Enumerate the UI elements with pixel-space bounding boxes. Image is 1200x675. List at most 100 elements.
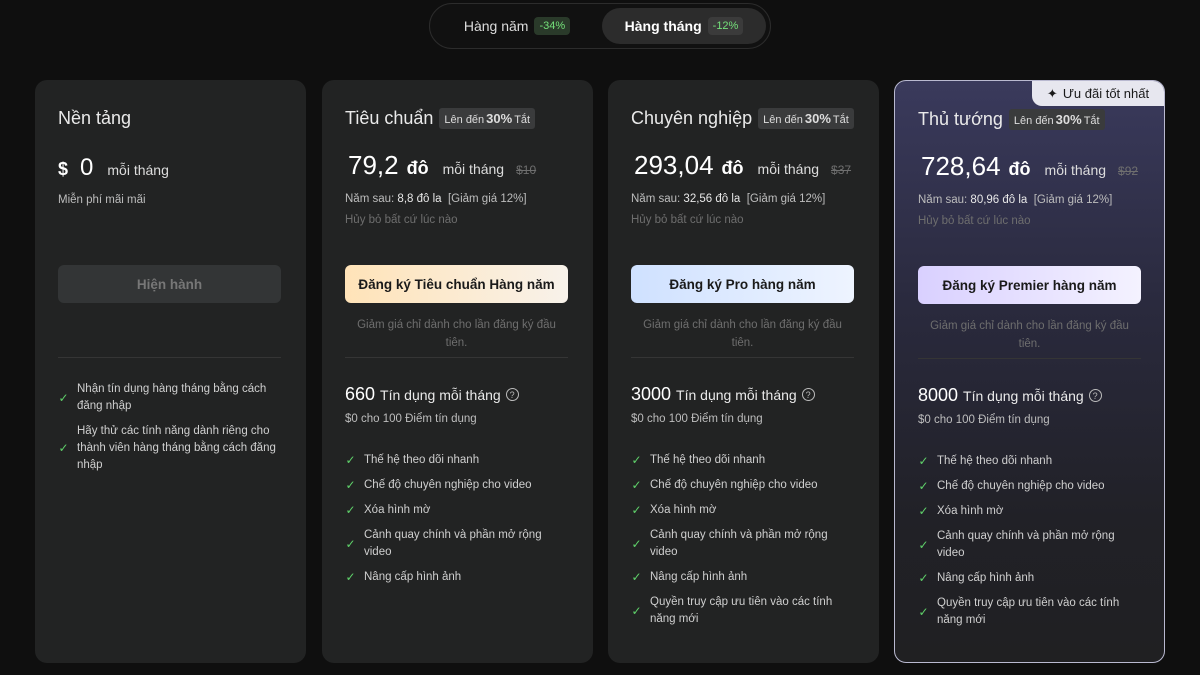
- check-icon: ✓: [345, 570, 356, 584]
- next-year-prefix: Năm sau:: [631, 193, 681, 205]
- discount-prefix: Lên đến: [763, 114, 803, 126]
- subscribe-standard-button[interactable]: Đăng ký Tiêu chuẩn Hàng năm: [345, 265, 568, 303]
- check-icon: ✓: [631, 603, 642, 618]
- check-icon: ✓: [631, 503, 642, 517]
- discount-suffix: Tắt: [1083, 115, 1100, 127]
- check-icon: ✓: [918, 537, 929, 552]
- feature-text: Nâng cấp hình ảnh: [650, 571, 748, 583]
- feature-list: ✓ Thế hệ theo dõi nhanh ✓ Chế độ chuyên ng…: [918, 453, 1143, 637]
- plan-card-pro: Chuyên nghiệp Lên đến 30% Tắt 293,04 đô …: [608, 80, 879, 663]
- feature-item: ✓ Nhận tín dụng hàng tháng bằng cách đăn…: [58, 381, 283, 415]
- feature-text: Xóa hình mờ: [937, 505, 1004, 517]
- check-icon: ✓: [345, 478, 356, 492]
- feature-text: Thế hệ theo dõi nhanh: [650, 454, 766, 466]
- price-unit: đô: [721, 158, 744, 178]
- feature-text: Nâng cấp hình ảnh: [937, 572, 1035, 584]
- free-note: Miễn phí mãi mãi: [58, 194, 146, 206]
- feature-item: ✓ Chế độ chuyên nghiệp cho video: [918, 478, 1143, 495]
- feature-text: Xóa hình mờ: [650, 504, 717, 516]
- feature-list: ✓ Thế hệ theo dõi nhanh ✓ Chế độ chuyên ng…: [345, 452, 570, 594]
- best-offer-badge: ✦ Ưu đãi tốt nhất: [1032, 81, 1164, 106]
- feature-item: ✓ Chế độ chuyên nghiệp cho video: [631, 477, 856, 494]
- cancel-note: Hủy bỏ bất cứ lúc nào: [918, 215, 1031, 227]
- question-circle-icon[interactable]: ?: [1088, 389, 1102, 402]
- plan-name: Nền tảng: [58, 108, 132, 128]
- feature-item: ✓ Chế độ chuyên nghiệp cho video: [345, 477, 570, 494]
- price-row: 293,04 đô mỗi tháng $37: [634, 150, 851, 181]
- check-icon: ✓: [631, 570, 642, 584]
- discount-value: 30%: [486, 111, 513, 126]
- feature-text: Nhận tín dụng hàng tháng bằng cách đăng …: [77, 383, 267, 412]
- feature-list: ✓ Nhận tín dụng hàng tháng bằng cách đăn…: [58, 381, 283, 482]
- price-value: 79,2: [348, 150, 399, 180]
- plan-header: Nền tảng: [58, 108, 131, 129]
- feature-item: ✓ Nâng cấp hình ảnh: [918, 570, 1143, 587]
- sparkle-icon: ✦: [1046, 85, 1058, 101]
- check-icon: ✓: [58, 441, 69, 455]
- price-period: mỗi tháng: [1044, 162, 1107, 178]
- price-unit: đô: [1008, 159, 1031, 179]
- subscribe-premier-button[interactable]: Đăng ký Premier hàng năm: [918, 266, 1141, 304]
- question-circle-icon[interactable]: ?: [801, 388, 815, 401]
- discount-value: 30%: [804, 111, 831, 126]
- feature-text: Xóa hình mờ: [364, 504, 431, 516]
- subscribe-pro-button[interactable]: Đăng ký Pro hàng năm: [631, 265, 854, 303]
- credits-row: 8000 Tín dụng mỗi tháng ?: [918, 385, 1102, 406]
- credits-label: Tín dụng mỗi tháng: [963, 387, 1084, 404]
- check-icon: ✓: [345, 503, 356, 517]
- next-year-discount: [Giảm giá 12%]: [447, 193, 527, 205]
- feature-item: ✓ Thế hệ theo dõi nhanh: [918, 453, 1143, 470]
- toggle-annual-badge: -34%: [534, 17, 571, 35]
- feature-text: Cảnh quay chính và phần mở rộng video: [937, 530, 1115, 559]
- feature-text: Nâng cấp hình ảnh: [364, 571, 462, 583]
- check-icon: ✓: [631, 478, 642, 492]
- discount-prefix: Lên đến: [1013, 115, 1054, 127]
- price-value: 0: [80, 154, 94, 181]
- feature-item: ✓ Hãy thử các tính năng dành riêng cho t…: [58, 423, 283, 474]
- feature-item: ✓ Nâng cấp hình ảnh: [631, 569, 856, 586]
- first-signup-note: Giảm giá chỉ dành cho lần đăng ký đầu ti…: [357, 319, 556, 349]
- question-circle-icon[interactable]: ?: [505, 388, 519, 401]
- check-icon: ✓: [918, 454, 929, 468]
- feature-text: Chế độ chuyên nghiệp cho video: [650, 479, 818, 491]
- feature-text: Quyền truy cập ưu tiên vào các tính năng…: [937, 597, 1120, 626]
- price-row: 728,64 đô mỗi tháng $92: [921, 151, 1138, 182]
- toggle-annual-label: Hàng năm: [463, 18, 529, 34]
- price-period: mỗi tháng: [757, 161, 820, 177]
- price-row: 79,2 đô mỗi tháng $10: [348, 150, 536, 181]
- credit-price: $0 cho 100 Điểm tín dụng: [631, 413, 763, 425]
- plan-header: Tiêu chuẩn Lên đến 30% Tắt: [345, 108, 536, 129]
- feature-item: ✓ Xóa hình mờ: [631, 502, 856, 519]
- divider: [918, 358, 1141, 359]
- divider: [631, 357, 854, 358]
- next-year-discount: [Giảm giá 12%]: [746, 193, 826, 205]
- toggle-annual[interactable]: Hàng năm -34%: [434, 8, 600, 44]
- feature-text: Thế hệ theo dõi nhanh: [364, 454, 480, 466]
- next-year-value: 80,96 đô la: [970, 194, 1028, 206]
- feature-item: ✓ Cảnh quay chính và phần mở rộng video: [918, 528, 1143, 562]
- next-year-value: 32,56 đô la: [683, 193, 741, 205]
- feature-text: Thế hệ theo dõi nhanh: [937, 455, 1053, 467]
- toggle-monthly-badge: -12%: [707, 17, 744, 35]
- next-year-price: Năm sau: 80,96 đô la [Giảm giá 12%]: [918, 194, 1112, 206]
- price-row: $ 0 mỗi tháng: [58, 154, 169, 182]
- feature-item: ✓ Cảnh quay chính và phần mở rộng video: [345, 527, 570, 561]
- current-plan-button[interactable]: Hiện hành: [58, 265, 281, 303]
- discount-badge: Lên đến 30% Tắt: [439, 108, 536, 129]
- discount-suffix: Tắt: [832, 114, 849, 126]
- feature-list: ✓ Thế hệ theo dõi nhanh ✓ Chế độ chuyên ng…: [631, 452, 856, 636]
- price-value: 728,64: [921, 151, 1001, 181]
- toggle-monthly[interactable]: Hàng tháng -12%: [602, 8, 766, 44]
- price-unit: đô: [406, 158, 429, 178]
- old-price: $10: [516, 163, 537, 177]
- check-icon: ✓: [918, 604, 929, 619]
- credit-price: $0 cho 100 Điểm tín dụng: [345, 413, 477, 425]
- check-icon: ✓: [345, 453, 356, 467]
- plan-name: Thủ tướng: [918, 109, 1003, 129]
- feature-text: Quyền truy cập ưu tiên vào các tính năng…: [650, 596, 833, 625]
- next-year-price: Năm sau: 32,56 đô la [Giảm giá 12%]: [631, 193, 825, 205]
- check-icon: ✓: [918, 504, 929, 518]
- credits-row: 660 Tín dụng mỗi tháng ?: [345, 384, 519, 405]
- credit-price: $0 cho 100 Điểm tín dụng: [918, 414, 1050, 426]
- feature-item: ✓ Xóa hình mờ: [918, 503, 1143, 520]
